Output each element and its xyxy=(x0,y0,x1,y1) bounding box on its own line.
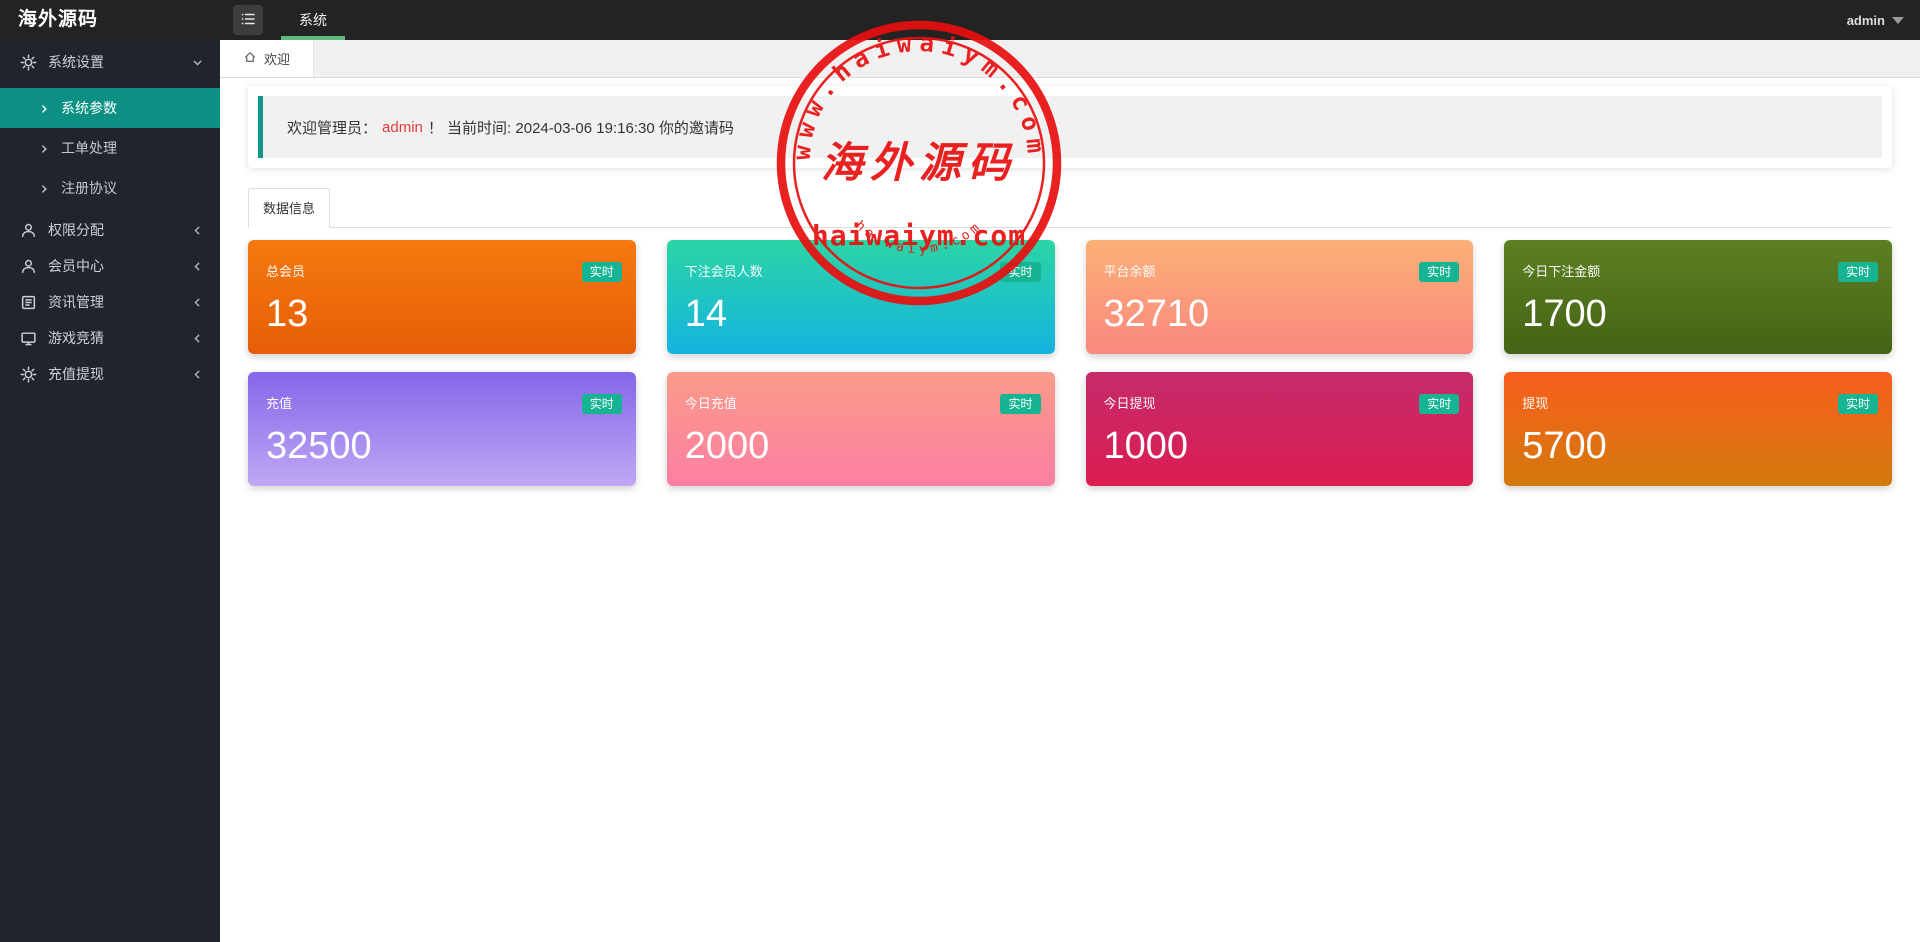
sidebar-toggle-button[interactable] xyxy=(233,5,263,35)
welcome-prefix: 欢迎管理员： xyxy=(287,117,377,138)
stat-cards-grid: 总会员 13 实时 下注会员人数 14 实时 平台余额 32710 实时 xyxy=(248,240,1892,486)
realtime-badge: 实时 xyxy=(582,394,622,414)
sidebar-item-recharge-withdraw[interactable]: 充值提现 xyxy=(0,356,220,392)
username: admin xyxy=(1847,13,1885,28)
tab-welcome[interactable]: 欢迎 xyxy=(220,40,314,77)
welcome-suffix: ！ 当前时间: 2024-03-06 19:16:30 你的邀请码 xyxy=(428,117,734,138)
sidebar-item-game-guess[interactable]: 游戏竞猜 xyxy=(0,320,220,356)
sidebar: 系统设置 系统参数 工单处理 xyxy=(0,40,220,942)
hamburger-icon xyxy=(240,11,256,30)
stat-card-value: 32500 xyxy=(266,427,618,465)
chevron-left-icon xyxy=(191,224,204,237)
sidebar-item-label: 充值提现 xyxy=(48,364,104,384)
sidebar-submenu: 系统参数 工单处理 注册协议 xyxy=(0,80,220,212)
chevron-left-icon xyxy=(191,260,204,273)
sidebar-item-label: 资讯管理 xyxy=(48,292,104,312)
stat-card-value: 13 xyxy=(266,295,618,333)
stat-card-value: 2000 xyxy=(685,427,1037,465)
monitor-icon xyxy=(20,330,37,347)
news-icon xyxy=(20,294,37,311)
topnav-tab-system[interactable]: 系统 xyxy=(275,0,351,40)
sidebar-item-member-center[interactable]: 会员中心 xyxy=(0,248,220,284)
stat-card-total-members: 总会员 13 实时 xyxy=(248,240,636,354)
stat-card-value: 5700 xyxy=(1522,427,1874,465)
realtime-badge: 实时 xyxy=(1000,394,1040,414)
stat-card-value: 14 xyxy=(685,295,1037,333)
sidebar-item-label: 工单处理 xyxy=(61,138,117,158)
realtime-badge: 实时 xyxy=(1000,262,1040,282)
topnav-tab-label: 系统 xyxy=(299,12,327,28)
sidebar-item-permissions[interactable]: 权限分配 xyxy=(0,212,220,248)
arrow-right-icon xyxy=(38,102,50,114)
caret-down-icon xyxy=(1892,17,1904,24)
tab-data-info[interactable]: 数据信息 xyxy=(248,188,330,228)
gear-icon xyxy=(20,54,37,71)
stat-card-betting-members: 下注会员人数 14 实时 xyxy=(667,240,1055,354)
chevron-left-icon xyxy=(191,296,204,309)
chevron-left-icon xyxy=(191,368,204,381)
section-tabs: 数据信息 xyxy=(248,188,1892,228)
stat-card-withdraw: 提现 5700 实时 xyxy=(1504,372,1892,486)
arrow-right-icon xyxy=(38,182,50,194)
stat-card-today-withdraw: 今日提现 1000 实时 xyxy=(1086,372,1474,486)
stat-card-label: 充值 xyxy=(266,393,618,412)
user-dropdown[interactable]: admin xyxy=(1847,13,1904,28)
realtime-badge: 实时 xyxy=(1419,394,1459,414)
admin-dashboard: 海外源码 系统 admin xyxy=(0,0,1920,942)
stat-card-recharge: 充值 32500 实时 xyxy=(248,372,636,486)
stat-card-label: 提现 xyxy=(1522,393,1874,412)
sidebar-item-register-agreement[interactable]: 注册协议 xyxy=(0,168,220,208)
active-tab-underline xyxy=(281,36,345,40)
sidebar-item-label: 系统设置 xyxy=(48,52,104,72)
stat-card-label: 下注会员人数 xyxy=(685,261,1037,280)
realtime-badge: 实时 xyxy=(1838,262,1878,282)
user-icon xyxy=(20,258,37,275)
stat-card-label: 平台余额 xyxy=(1104,261,1456,280)
welcome-panel: 欢迎管理员： admin ！ 当前时间: 2024-03-06 19:16:30… xyxy=(248,86,1892,168)
page-tabbar: 欢迎 xyxy=(220,40,1920,78)
data-info-section: 数据信息 总会员 13 实时 下注会员人数 14 实时 xyxy=(248,188,1892,486)
stat-card-value: 32710 xyxy=(1104,295,1456,333)
sidebar-item-label: 注册协议 xyxy=(61,178,117,198)
user-icon xyxy=(20,222,37,239)
sidebar-item-system-params[interactable]: 系统参数 xyxy=(0,88,220,128)
stat-card-today-bets: 今日下注金额 1700 实时 xyxy=(1504,240,1892,354)
welcome-username: admin xyxy=(382,119,423,136)
stat-card-label: 今日充值 xyxy=(685,393,1037,412)
main-area: 欢迎 欢迎管理员： admin ！ 当前时间: 2024-03-06 19:16… xyxy=(220,40,1920,942)
stat-card-label: 今日下注金额 xyxy=(1522,261,1874,280)
gear-icon xyxy=(20,366,37,383)
stat-card-value: 1700 xyxy=(1522,295,1874,333)
content: 欢迎管理员： admin ！ 当前时间: 2024-03-06 19:16:30… xyxy=(220,78,1920,486)
home-icon xyxy=(243,50,257,67)
chevron-down-icon xyxy=(191,56,204,69)
sidebar-item-label: 权限分配 xyxy=(48,220,104,240)
tab-welcome-label: 欢迎 xyxy=(264,49,290,68)
stat-card-label: 今日提现 xyxy=(1104,393,1456,412)
stat-card-label: 总会员 xyxy=(266,261,618,280)
topbar: 海外源码 系统 admin xyxy=(0,0,1920,40)
welcome-alert: 欢迎管理员： admin ！ 当前时间: 2024-03-06 19:16:30… xyxy=(258,96,1882,158)
stat-card-platform-balance: 平台余额 32710 实时 xyxy=(1086,240,1474,354)
sidebar-item-label: 会员中心 xyxy=(48,256,104,276)
app-logo: 海外源码 xyxy=(0,0,220,40)
chevron-left-icon xyxy=(191,332,204,345)
arrow-right-icon xyxy=(38,142,50,154)
realtime-badge: 实时 xyxy=(1838,394,1878,414)
topbar-main: 系统 admin xyxy=(220,0,1920,40)
stat-card-today-recharge: 今日充值 2000 实时 xyxy=(667,372,1055,486)
stat-card-value: 1000 xyxy=(1104,427,1456,465)
sidebar-item-work-orders[interactable]: 工单处理 xyxy=(0,128,220,168)
sidebar-item-system-settings[interactable]: 系统设置 xyxy=(0,44,220,80)
sidebar-item-label: 游戏竞猜 xyxy=(48,328,104,348)
realtime-badge: 实时 xyxy=(1419,262,1459,282)
sidebar-item-label: 系统参数 xyxy=(61,98,117,118)
realtime-badge: 实时 xyxy=(582,262,622,282)
sidebar-item-news-manage[interactable]: 资讯管理 xyxy=(0,284,220,320)
